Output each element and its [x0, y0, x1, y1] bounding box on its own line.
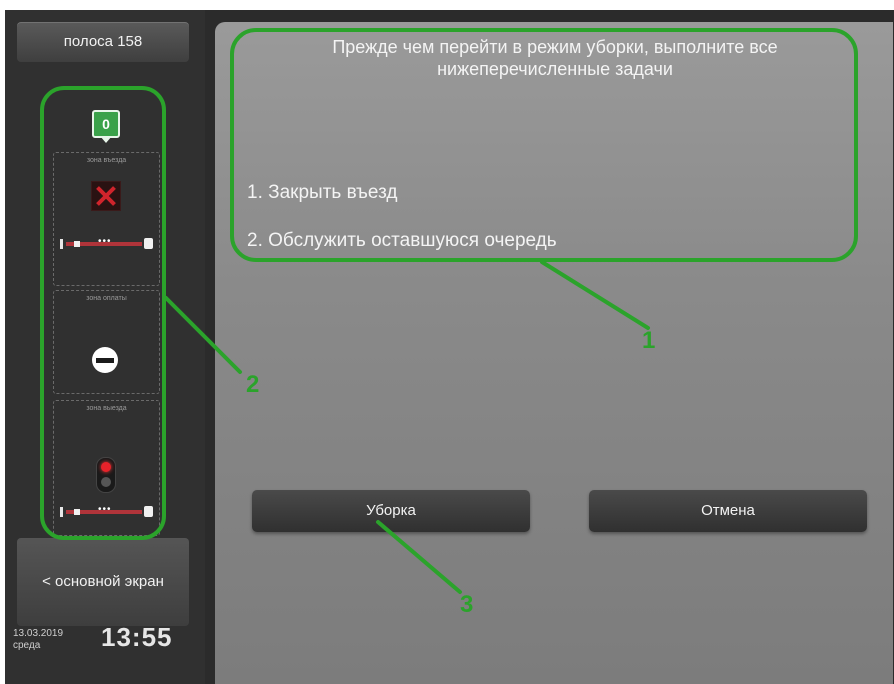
clock: 13:55	[101, 622, 173, 652]
task-item: 1. Закрыть въезд	[247, 182, 398, 203]
cancel-button[interactable]: Отмена	[589, 490, 867, 532]
sidebar: полоса 158 0 зона въезда ••• зона оплаты	[5, 10, 205, 684]
entry-zone-label: зона въезда	[86, 157, 127, 164]
entry-zone: зона въезда •••	[53, 152, 160, 286]
exit-zone-label: зона выезда	[86, 405, 127, 412]
lane-button[interactable]: полоса 158	[17, 22, 189, 62]
exit-zone: зона выезда •••	[53, 400, 160, 536]
app-window: полоса 158 0 зона въезда ••• зона оплаты	[5, 10, 894, 684]
no-entry-icon	[92, 347, 118, 373]
traffic-light-icon	[96, 457, 116, 493]
instruction-message: Прежде чем перейти в режим уборки, выпол…	[332, 37, 778, 79]
counter-pointer	[100, 136, 112, 143]
task-item: 2. Обслужить оставшуюся очередь	[247, 230, 557, 251]
clean-button[interactable]: Уборка	[252, 490, 530, 532]
cross-icon	[91, 181, 121, 211]
lane-status-panel: 0 зона въезда ••• зона оплаты зона выезд…	[45, 90, 165, 536]
date-text: 13.03.2019	[13, 628, 64, 639]
barrier-icon: •••	[60, 504, 153, 517]
main-panel: Прежде чем перейти в режим уборки, выпол…	[215, 22, 893, 684]
payment-zone-label: зона оплаты	[86, 295, 127, 302]
payment-zone: зона оплаты	[53, 290, 160, 394]
queue-counter: 0	[92, 110, 120, 138]
barrier-icon: •••	[60, 236, 153, 249]
weekday-text: среда	[13, 640, 41, 651]
main-screen-button[interactable]: < основной экран	[17, 538, 189, 626]
date-display: 13.03.2019 среда	[13, 628, 63, 652]
